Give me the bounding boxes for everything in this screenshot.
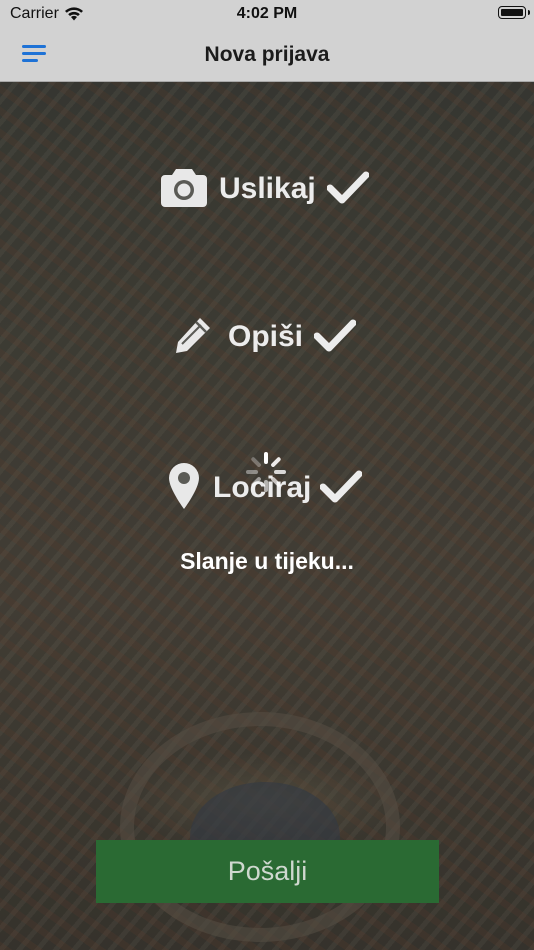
pencil-icon	[176, 318, 210, 353]
page-title: Nova prijava	[204, 43, 330, 66]
battery-icon	[498, 6, 530, 19]
step-describe[interactable]: Opiši	[0, 311, 534, 361]
checkmark-icon	[314, 319, 356, 352]
step-describe-label: Opiši	[228, 320, 304, 353]
navigation-bar: Nova prijava	[0, 28, 534, 82]
step-photo[interactable]: Uslikaj	[0, 163, 534, 213]
status-bar: Carrier 4:02 PM	[0, 0, 534, 28]
send-button[interactable]: Pošalji	[96, 840, 439, 903]
checkmark-icon	[327, 171, 369, 204]
checkmark-icon	[320, 470, 362, 503]
camera-icon	[161, 169, 207, 207]
location-pin-icon	[169, 463, 199, 509]
step-photo-label: Uslikaj	[219, 172, 316, 205]
status-time: 4:02 PM	[236, 5, 298, 22]
sending-status: Slanje u tijeku...	[180, 548, 354, 574]
spinner-icon	[246, 452, 286, 492]
